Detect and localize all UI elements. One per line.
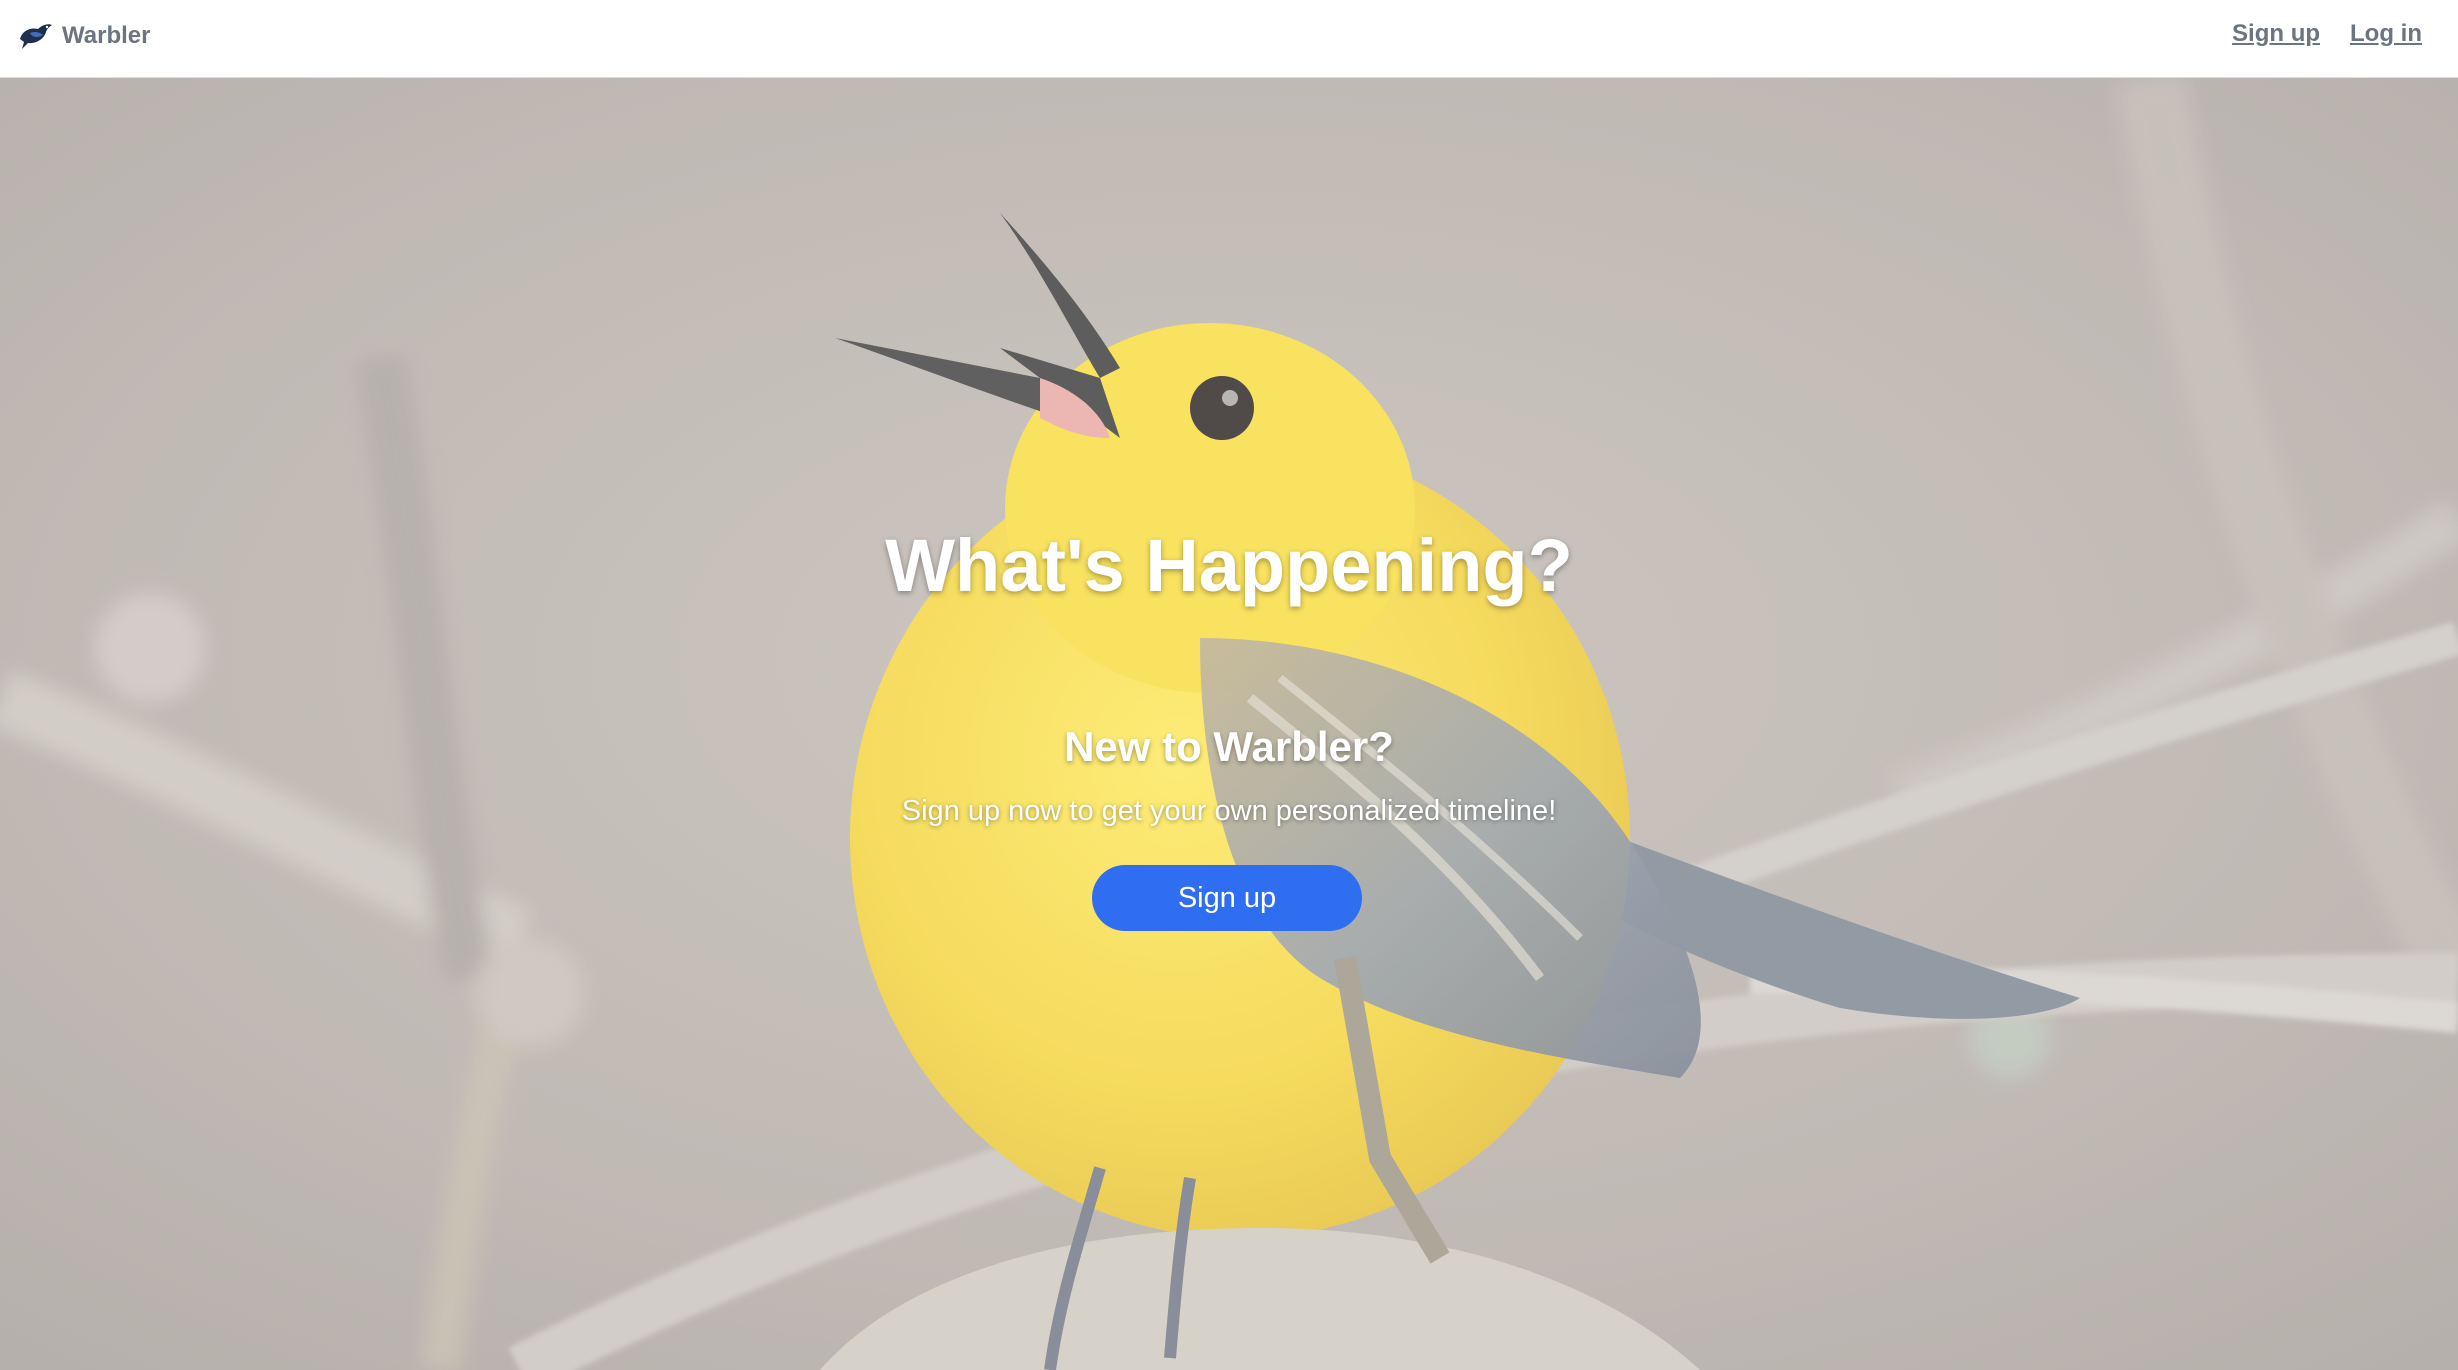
nav-login-link[interactable]: Log in xyxy=(2350,20,2422,48)
hero-section: What's Happening? New to Warbler? Sign u… xyxy=(0,78,2458,1370)
nav-links: Sign up Log in xyxy=(2202,20,2422,48)
hero-text: Sign up now to get your own personalized… xyxy=(901,795,1557,827)
brand-name: Warbler xyxy=(62,22,151,49)
brand-link[interactable]: Warbler xyxy=(16,16,150,56)
hero-title: What's Happening? xyxy=(885,524,1573,607)
nav-signup-link[interactable]: Sign up xyxy=(2232,20,2320,48)
hero-signup-button[interactable]: Sign up xyxy=(1092,865,1362,931)
warbler-bird-logo-icon xyxy=(20,24,52,49)
top-navbar: Warbler Sign up Log in xyxy=(0,0,2458,78)
hero-subtitle: New to Warbler? xyxy=(1064,723,1394,770)
